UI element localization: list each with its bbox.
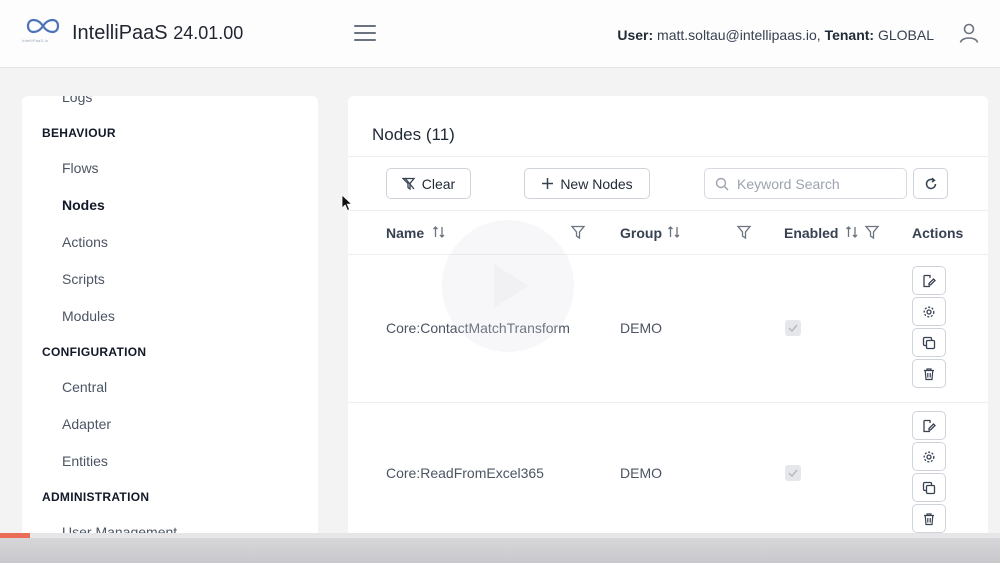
sidebar-section-behaviour: BEHAVIOUR	[42, 126, 116, 140]
node-settings-button[interactable]	[912, 297, 946, 326]
duplicate-node-button[interactable]	[912, 328, 946, 357]
node-settings-button[interactable]	[912, 442, 946, 471]
divider	[348, 254, 988, 255]
app-version: 24.01.00	[173, 23, 244, 43]
mouse-pointer-icon	[341, 194, 353, 212]
nodes-panel: Nodes (11) Clear New Nodes Name	[348, 96, 988, 536]
edit-icon	[923, 419, 936, 432]
node-name-cell[interactable]: Core:ContactMatchTransform	[386, 320, 570, 336]
edit-icon	[923, 274, 936, 287]
sort-icon[interactable]	[666, 224, 682, 240]
column-enabled-label: Enabled	[784, 225, 839, 241]
enabled-checkbox[interactable]	[785, 465, 801, 481]
check-icon	[788, 324, 798, 333]
node-name-cell[interactable]: Core:ReadFromExcel365	[386, 465, 544, 481]
app-title: IntelliPaaS 24.01.00	[72, 22, 243, 45]
plus-icon	[542, 178, 554, 189]
app-header: IntelliPaaS.io IntelliPaaS 24.01.00 User…	[0, 0, 1000, 68]
sidebar-section-configuration: CONFIGURATION	[42, 345, 147, 359]
edit-node-button[interactable]	[912, 411, 946, 440]
filter-icon[interactable]	[736, 224, 752, 240]
filter-icon[interactable]	[864, 224, 880, 240]
trash-icon	[924, 512, 934, 525]
keyword-search[interactable]	[704, 168, 907, 199]
clear-filters-button[interactable]: Clear	[386, 168, 471, 199]
app-name: IntelliPaaS	[72, 22, 168, 44]
column-name-label: Name	[386, 225, 425, 241]
delete-node-button[interactable]	[912, 504, 946, 533]
filter-icon[interactable]	[570, 224, 586, 240]
column-group-label: Group	[620, 225, 662, 241]
column-header-name[interactable]: Name	[386, 225, 424, 241]
sidebar-item-actions[interactable]: Actions	[62, 234, 108, 250]
refresh-button[interactable]	[913, 168, 948, 199]
sidebar-nav: Logs BEHAVIOUR Flows Nodes Actions Scrip…	[22, 96, 318, 536]
video-progress-fill[interactable]	[0, 533, 30, 538]
sidebar-item-nodes[interactable]: Nodes	[62, 197, 105, 213]
column-header-group[interactable]: Group	[620, 225, 662, 241]
sidebar-item-adapter[interactable]: Adapter	[62, 416, 111, 432]
gear-icon	[923, 451, 935, 462]
divider	[348, 402, 988, 403]
new-nodes-label: New Nodes	[560, 175, 633, 192]
gear-icon	[923, 306, 935, 317]
sort-icon[interactable]	[844, 224, 860, 240]
trash-icon	[924, 367, 934, 380]
edit-node-button[interactable]	[912, 266, 946, 295]
user-email: matt.soltau@intellipaas.io,	[657, 27, 821, 43]
user-account-icon[interactable]	[958, 22, 980, 44]
tenant-label: Tenant:	[824, 27, 875, 43]
sidebar-section-administration: ADMINISTRATION	[42, 490, 150, 504]
user-info: User: matt.soltau@intellipaas.io, Tenant…	[617, 27, 934, 43]
copy-icon	[922, 336, 936, 349]
divider	[348, 156, 988, 157]
video-progress-track[interactable]	[30, 533, 1000, 538]
user-label: User:	[617, 27, 654, 43]
logo-subtext: IntelliPaaS.io	[22, 38, 49, 43]
divider	[348, 210, 988, 211]
check-icon	[788, 469, 798, 478]
sidebar-item-flows[interactable]: Flows	[62, 160, 99, 176]
node-group-cell: DEMO	[620, 465, 662, 481]
sidebar-item-central[interactable]: Central	[62, 379, 107, 395]
filter-clear-icon	[401, 177, 416, 190]
copy-icon	[922, 481, 936, 494]
column-header-actions: Actions	[912, 225, 964, 241]
sidebar-item-logs[interactable]: Logs	[62, 96, 92, 105]
clear-label: Clear	[421, 175, 456, 192]
sidebar-item-modules[interactable]: Modules	[62, 308, 115, 324]
sidebar-item-scripts[interactable]: Scripts	[62, 271, 105, 287]
node-group-cell: DEMO	[620, 320, 662, 336]
sidebar-item-entities[interactable]: Entities	[62, 453, 108, 469]
menu-toggle-icon[interactable]	[354, 25, 376, 41]
sort-icon[interactable]	[431, 224, 447, 240]
enabled-checkbox[interactable]	[785, 320, 801, 336]
duplicate-node-button[interactable]	[912, 473, 946, 502]
column-header-enabled[interactable]: Enabled	[784, 225, 838, 241]
search-icon	[715, 177, 729, 191]
tenant-value: GLOBAL	[877, 27, 934, 43]
page-title: Nodes (11)	[372, 125, 455, 144]
refresh-icon	[925, 177, 936, 189]
delete-node-button[interactable]	[912, 359, 946, 388]
new-nodes-button[interactable]: New Nodes	[524, 168, 650, 199]
search-input[interactable]	[737, 169, 902, 198]
